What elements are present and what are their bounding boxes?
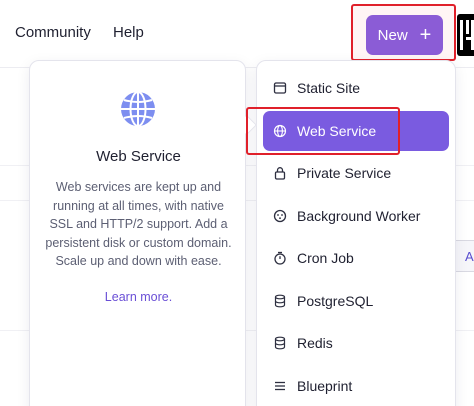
background-partial-button-label: A <box>465 249 474 264</box>
menu-item-redis[interactable]: Redis <box>263 323 449 363</box>
menu-item-private-service[interactable]: Private Service <box>263 153 449 193</box>
menu-item-label: Static Site <box>297 80 361 96</box>
stopwatch-icon <box>273 251 287 265</box>
menu-item-label: PostgreSQL <box>297 293 374 309</box>
menu-item-label: Redis <box>297 335 333 351</box>
nav-help-link[interactable]: Help <box>113 24 144 41</box>
database-icon <box>273 294 287 308</box>
list-icon <box>273 379 287 393</box>
menu-item-label: Private Service <box>297 165 392 181</box>
menu-item-blueprint[interactable]: Blueprint <box>263 366 449 406</box>
lock-icon <box>273 166 287 180</box>
menu-item-background-worker[interactable]: Background Worker <box>263 196 449 236</box>
browser-window-icon <box>273 81 287 95</box>
nav-community-link[interactable]: Community <box>15 24 91 41</box>
menu-item-label: Background Worker <box>297 208 421 224</box>
top-navigation-bar: Community Help New + <box>0 0 474 68</box>
preview-title: Web Service <box>96 148 181 165</box>
preview-description: Web services are kept up and running at … <box>45 180 232 268</box>
menu-item-postgresql[interactable]: PostgreSQL <box>263 281 449 321</box>
database-icon <box>273 336 287 350</box>
plus-icon: + <box>419 24 432 46</box>
globe-icon <box>118 89 158 129</box>
menu-item-cron-job[interactable]: Cron Job <box>263 238 449 278</box>
app-logo[interactable] <box>457 14 474 56</box>
web-service-highlight <box>246 107 400 155</box>
new-button[interactable]: New + <box>366 15 443 55</box>
gauge-icon <box>273 209 287 223</box>
service-preview-card: Web Service Web services are kept up and… <box>29 60 246 406</box>
learn-more-link[interactable]: Learn more. <box>30 290 247 304</box>
menu-item-label: Cron Job <box>297 250 354 266</box>
menu-item-static-site[interactable]: Static Site <box>263 68 449 108</box>
menu-item-label: Blueprint <box>297 378 353 394</box>
new-button-label: New <box>377 26 408 44</box>
